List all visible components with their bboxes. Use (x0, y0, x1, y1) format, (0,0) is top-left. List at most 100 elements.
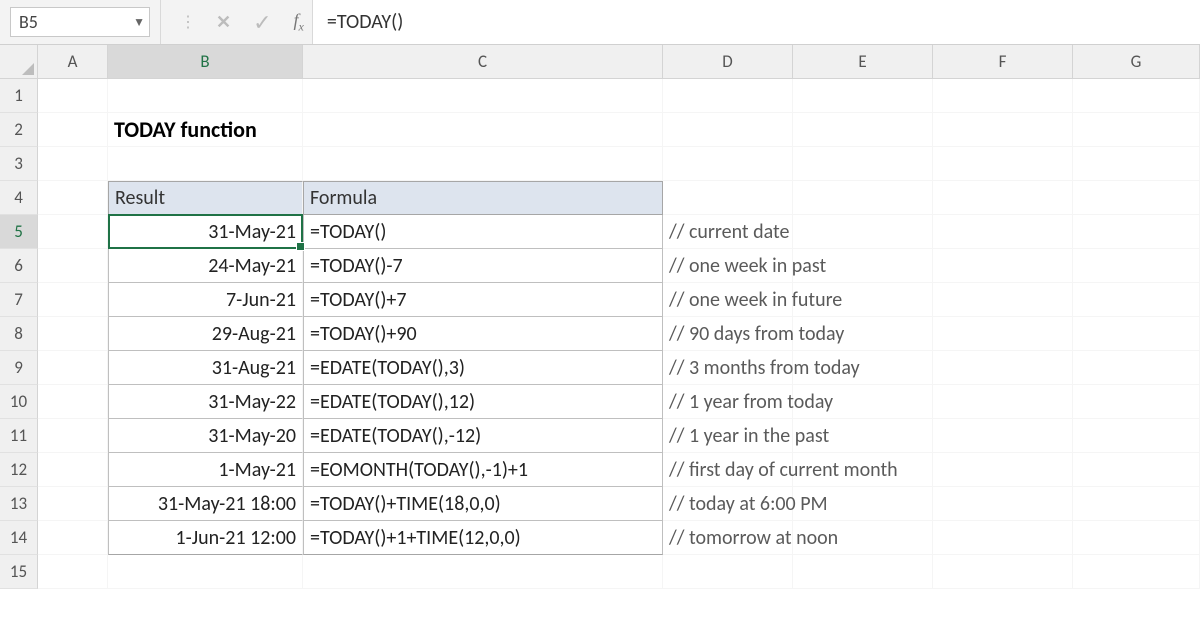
column-header[interactable]: G (1073, 45, 1200, 79)
row-header[interactable]: 5 (0, 215, 38, 249)
cell-result[interactable]: 29-Aug-21 (108, 317, 303, 351)
cell[interactable] (933, 147, 1073, 181)
cell[interactable] (1073, 249, 1200, 283)
cell[interactable] (793, 317, 933, 351)
cell[interactable] (1073, 419, 1200, 453)
cell[interactable] (933, 181, 1073, 215)
cell-formula[interactable]: =EDATE(TODAY(),3) (303, 351, 663, 385)
page-title[interactable]: TODAY function (108, 113, 303, 147)
cell-comment[interactable]: // first day of current month (663, 453, 793, 487)
cell[interactable] (38, 113, 108, 147)
cell[interactable] (38, 351, 108, 385)
active-cell[interactable]: 31-May-21 (108, 215, 303, 249)
row-header[interactable]: 6 (0, 249, 38, 283)
column-header[interactable]: A (38, 45, 108, 79)
cell-formula[interactable]: =EDATE(TODAY(),-12) (303, 419, 663, 453)
fx-icon[interactable]: fx (294, 10, 304, 35)
cell[interactable] (108, 555, 303, 589)
cell-formula[interactable]: =TODAY()+7 (303, 283, 663, 317)
cell[interactable] (933, 521, 1073, 555)
cell[interactable] (1073, 385, 1200, 419)
column-header[interactable]: E (793, 45, 933, 79)
cancel-icon[interactable]: ✕ (216, 11, 231, 33)
cell[interactable] (38, 487, 108, 521)
cell-formula[interactable]: =EOMONTH(TODAY(),-1)+1 (303, 453, 663, 487)
cell[interactable] (793, 113, 933, 147)
cell-formula[interactable]: =TODAY() (303, 215, 663, 249)
cell[interactable] (108, 147, 303, 181)
cell[interactable] (793, 419, 933, 453)
cell[interactable] (38, 181, 108, 215)
cell[interactable] (933, 555, 1073, 589)
row-header[interactable]: 12 (0, 453, 38, 487)
cell[interactable] (663, 555, 793, 589)
cell[interactable] (793, 283, 933, 317)
cell[interactable] (933, 453, 1073, 487)
cell-formula[interactable]: =EDATE(TODAY(),12) (303, 385, 663, 419)
cell[interactable] (1073, 351, 1200, 385)
cell[interactable] (793, 215, 933, 249)
cell-result[interactable]: 1-May-21 (108, 453, 303, 487)
cell[interactable] (793, 521, 933, 555)
cell[interactable] (933, 249, 1073, 283)
cell[interactable] (38, 215, 108, 249)
table-header-formula[interactable]: Formula (303, 181, 663, 215)
cell[interactable] (793, 487, 933, 521)
cell[interactable] (1073, 555, 1200, 589)
column-header[interactable]: D (663, 45, 793, 79)
cell[interactable] (793, 249, 933, 283)
select-all-corner[interactable] (0, 45, 38, 79)
column-header[interactable]: B (108, 45, 303, 79)
cell-comment[interactable]: // 90 days from today (663, 317, 793, 351)
cell[interactable] (38, 419, 108, 453)
cell[interactable] (1073, 215, 1200, 249)
cell[interactable] (793, 181, 933, 215)
cell[interactable] (38, 453, 108, 487)
cell-formula[interactable]: =TODAY()+TIME(18,0,0) (303, 487, 663, 521)
cell[interactable] (933, 317, 1073, 351)
cell[interactable] (793, 555, 933, 589)
cell[interactable] (303, 113, 663, 147)
cell-result[interactable]: 7-Jun-21 (108, 283, 303, 317)
table-header-result[interactable]: Result (108, 181, 303, 215)
row-header[interactable]: 13 (0, 487, 38, 521)
cell[interactable] (933, 351, 1073, 385)
cell[interactable] (303, 147, 663, 181)
row-header[interactable]: 3 (0, 147, 38, 181)
cell[interactable] (1073, 487, 1200, 521)
row-header[interactable]: 15 (0, 555, 38, 589)
cell-result[interactable]: 24-May-21 (108, 249, 303, 283)
cell[interactable] (663, 113, 793, 147)
cell[interactable] (1073, 79, 1200, 113)
more-icon[interactable]: ⋮ (180, 12, 194, 32)
cell-comment[interactable]: // 1 year from today (663, 385, 793, 419)
row-header[interactable]: 7 (0, 283, 38, 317)
column-header[interactable]: F (933, 45, 1073, 79)
cell-comment[interactable]: // current date (663, 215, 793, 249)
formula-input[interactable]: =TODAY() (312, 0, 1200, 44)
cell-result[interactable]: 1-Jun-21 12:00 (108, 521, 303, 555)
row-header[interactable]: 9 (0, 351, 38, 385)
row-header[interactable]: 4 (0, 181, 38, 215)
cell-comment[interactable]: // today at 6:00 PM (663, 487, 793, 521)
cell-comment[interactable]: // 1 year in the past (663, 419, 793, 453)
cell[interactable] (933, 283, 1073, 317)
cell[interactable] (108, 79, 303, 113)
cell[interactable] (1073, 181, 1200, 215)
cell[interactable] (793, 79, 933, 113)
cell[interactable] (933, 385, 1073, 419)
enter-icon[interactable]: ✓ (253, 9, 271, 36)
cell[interactable] (1073, 113, 1200, 147)
cell-result[interactable]: 31-May-21 18:00 (108, 487, 303, 521)
cell-comment[interactable]: // one week in future (663, 283, 793, 317)
cell-formula[interactable]: =TODAY()+90 (303, 317, 663, 351)
spreadsheet-grid[interactable]: ABCDEFG12TODAY function34ResultFormula53… (0, 45, 1200, 589)
cell[interactable] (933, 215, 1073, 249)
cell[interactable] (663, 147, 793, 181)
cell-comment[interactable]: // one week in past (663, 249, 793, 283)
cell[interactable] (1073, 453, 1200, 487)
cell[interactable] (38, 555, 108, 589)
cell[interactable] (38, 521, 108, 555)
row-header[interactable]: 1 (0, 79, 38, 113)
cell[interactable] (38, 317, 108, 351)
